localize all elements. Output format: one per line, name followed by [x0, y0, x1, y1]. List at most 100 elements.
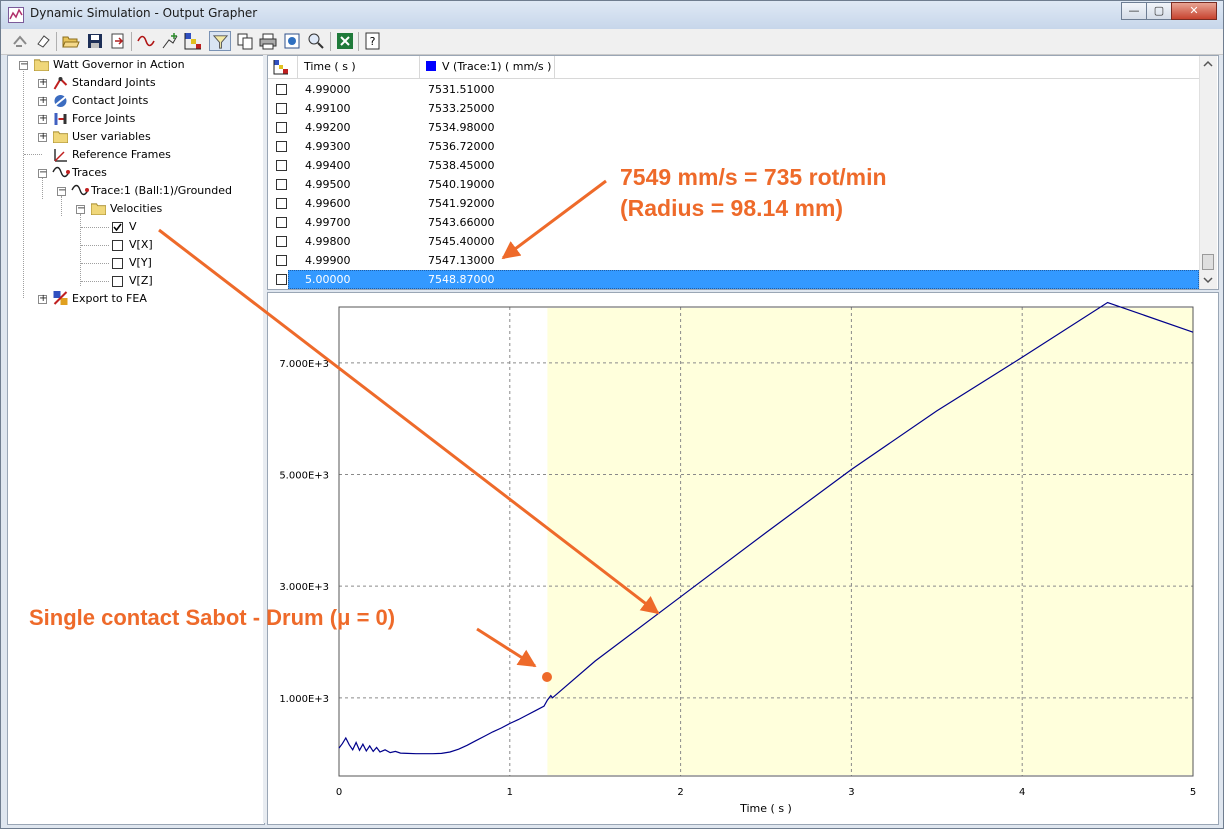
tree-item-force-joints[interactable]: Force Joints [72, 110, 135, 127]
cell-velocity: 7536.72000 [428, 140, 495, 153]
collapse-toggle[interactable]: − [19, 59, 28, 70]
x-tick-label: 4 [1019, 787, 1025, 798]
close-button[interactable]: ✕ [1171, 2, 1217, 20]
title-bar: Dynamic Simulation - Output Grapher — ▢ … [1, 1, 1223, 29]
table-row[interactable]: 4.99100 7533.25000 [268, 99, 1199, 118]
copy-icon[interactable] [236, 32, 254, 50]
color-scale-icon[interactable] [184, 32, 202, 50]
table-row[interactable]: 4.99200 7534.98000 [268, 118, 1199, 137]
collapse-toggle[interactable]: − [76, 203, 85, 214]
scroll-up-icon[interactable] [1203, 60, 1213, 68]
zoom-fit-icon[interactable] [283, 32, 301, 50]
tree-item-root[interactable]: Watt Governor in Action [53, 56, 185, 73]
color-scale-icon [273, 60, 288, 75]
cell-velocity: 7540.19000 [428, 178, 495, 191]
zoom-icon[interactable] [307, 32, 325, 50]
excel-icon[interactable] [336, 32, 354, 50]
x-tick-label: 0 [336, 787, 342, 798]
filter-icon [212, 35, 229, 49]
series-color-swatch [426, 61, 436, 71]
tree-connector [81, 245, 109, 246]
add-variable-icon[interactable] [161, 32, 179, 50]
table-row[interactable]: 4.99800 7545.40000 [268, 232, 1199, 251]
row-checkbox[interactable] [276, 274, 287, 285]
vertical-scrollbar[interactable] [1199, 56, 1217, 289]
print-icon[interactable] [259, 32, 277, 50]
toolbar-separator [330, 32, 331, 51]
folder-icon [34, 59, 49, 71]
vz-checkbox[interactable] [112, 276, 123, 287]
table-row[interactable]: 4.99000 7531.51000 [268, 80, 1199, 99]
tree-item-trace-1[interactable]: Trace:1 (Ball:1)/Grounded [91, 182, 232, 199]
cell-time: 4.99500 [305, 178, 351, 191]
expand-toggle[interactable]: + [38, 77, 47, 88]
cell-time: 4.99900 [305, 254, 351, 267]
vy-checkbox[interactable] [112, 258, 123, 269]
v-checkbox[interactable] [112, 222, 123, 233]
scroll-thumb[interactable] [1202, 254, 1214, 270]
x-tick-label: 1 [507, 787, 513, 798]
y-tick-label: 5.000E+3 [279, 471, 329, 482]
standard-joints-icon [53, 77, 68, 90]
tree-item-traces[interactable]: Traces [72, 164, 107, 181]
expand-toggle[interactable]: + [38, 95, 47, 106]
vx-checkbox[interactable] [112, 240, 123, 251]
row-checkbox[interactable] [276, 122, 287, 133]
collapse-toggle[interactable]: − [38, 167, 47, 178]
tree-item-vy[interactable]: V[Y] [129, 254, 152, 271]
tree-item-reference-frames[interactable]: Reference Frames [72, 146, 171, 163]
velocity-chart[interactable]: 0 1 2 3 4 5 1.000E+3 3.000E+3 5.000E+3 7.000E+3 Ti… [268, 293, 1218, 824]
row-checkbox[interactable] [276, 160, 287, 171]
row-checkbox[interactable] [276, 141, 287, 152]
table-row[interactable]: 5.00000 7548.87000 [268, 270, 1199, 289]
row-checkbox[interactable] [276, 255, 287, 266]
row-checkbox[interactable] [276, 198, 287, 209]
maximize-button[interactable]: ▢ [1146, 2, 1172, 20]
expand-toggle[interactable]: + [38, 293, 47, 304]
row-checkbox[interactable] [276, 103, 287, 114]
selection-highlight [288, 270, 1199, 289]
eraser-icon[interactable] [34, 32, 52, 50]
row-checkbox[interactable] [276, 236, 287, 247]
help-icon[interactable]: ? [364, 32, 382, 50]
save-icon[interactable] [86, 32, 104, 50]
highlight-region [547, 308, 1193, 775]
tree-item-user-variables[interactable]: User variables [72, 128, 151, 145]
cell-time: 4.99000 [305, 83, 351, 96]
tree-item-velocities[interactable]: Velocities [110, 200, 162, 217]
tree-item-standard-joints[interactable]: Standard Joints [72, 74, 156, 91]
expand-toggle[interactable]: + [38, 113, 47, 124]
close-icon: ✕ [1189, 4, 1199, 17]
row-checkbox[interactable] [276, 84, 287, 95]
open-folder-icon[interactable] [62, 32, 80, 50]
row-checkbox[interactable] [276, 179, 287, 190]
scroll-down-icon[interactable] [1203, 276, 1213, 284]
column-header-time[interactable]: Time ( s ) [298, 56, 420, 78]
minimize-button[interactable]: — [1121, 2, 1147, 20]
trace-icon[interactable] [137, 32, 155, 50]
cell-time: 4.99400 [305, 159, 351, 172]
tree-connector [81, 227, 109, 228]
y-tick-label: 7.000E+3 [279, 359, 329, 370]
redo-icon[interactable] [11, 32, 29, 50]
export-fea-icon [53, 291, 68, 305]
row-checkbox[interactable] [276, 217, 287, 228]
column-header-velocity[interactable]: V (Trace:1) ( mm/s ) [420, 56, 555, 78]
reference-frame-icon [54, 149, 67, 162]
cell-time: 4.99800 [305, 235, 351, 248]
collapse-toggle[interactable]: − [57, 185, 66, 196]
table-row[interactable]: 4.99900 7547.13000 [268, 251, 1199, 270]
tree-item-vz[interactable]: V[Z] [129, 272, 153, 289]
export-icon[interactable] [109, 32, 127, 50]
table-row[interactable]: 4.99300 7536.72000 [268, 137, 1199, 156]
filter-button[interactable] [209, 31, 231, 51]
folder-icon [91, 203, 106, 215]
tree-item-v[interactable]: V [129, 218, 137, 235]
expand-toggle[interactable]: + [38, 131, 47, 142]
tree-item-contact-joints[interactable]: Contact Joints [72, 92, 148, 109]
tree-item-vx[interactable]: V[X] [129, 236, 153, 253]
tree-item-export-fea[interactable]: Export to FEA [72, 290, 147, 307]
svg-text:?: ? [370, 35, 376, 48]
select-all-cell[interactable] [268, 56, 298, 78]
toolbar: ? [1, 29, 1223, 55]
